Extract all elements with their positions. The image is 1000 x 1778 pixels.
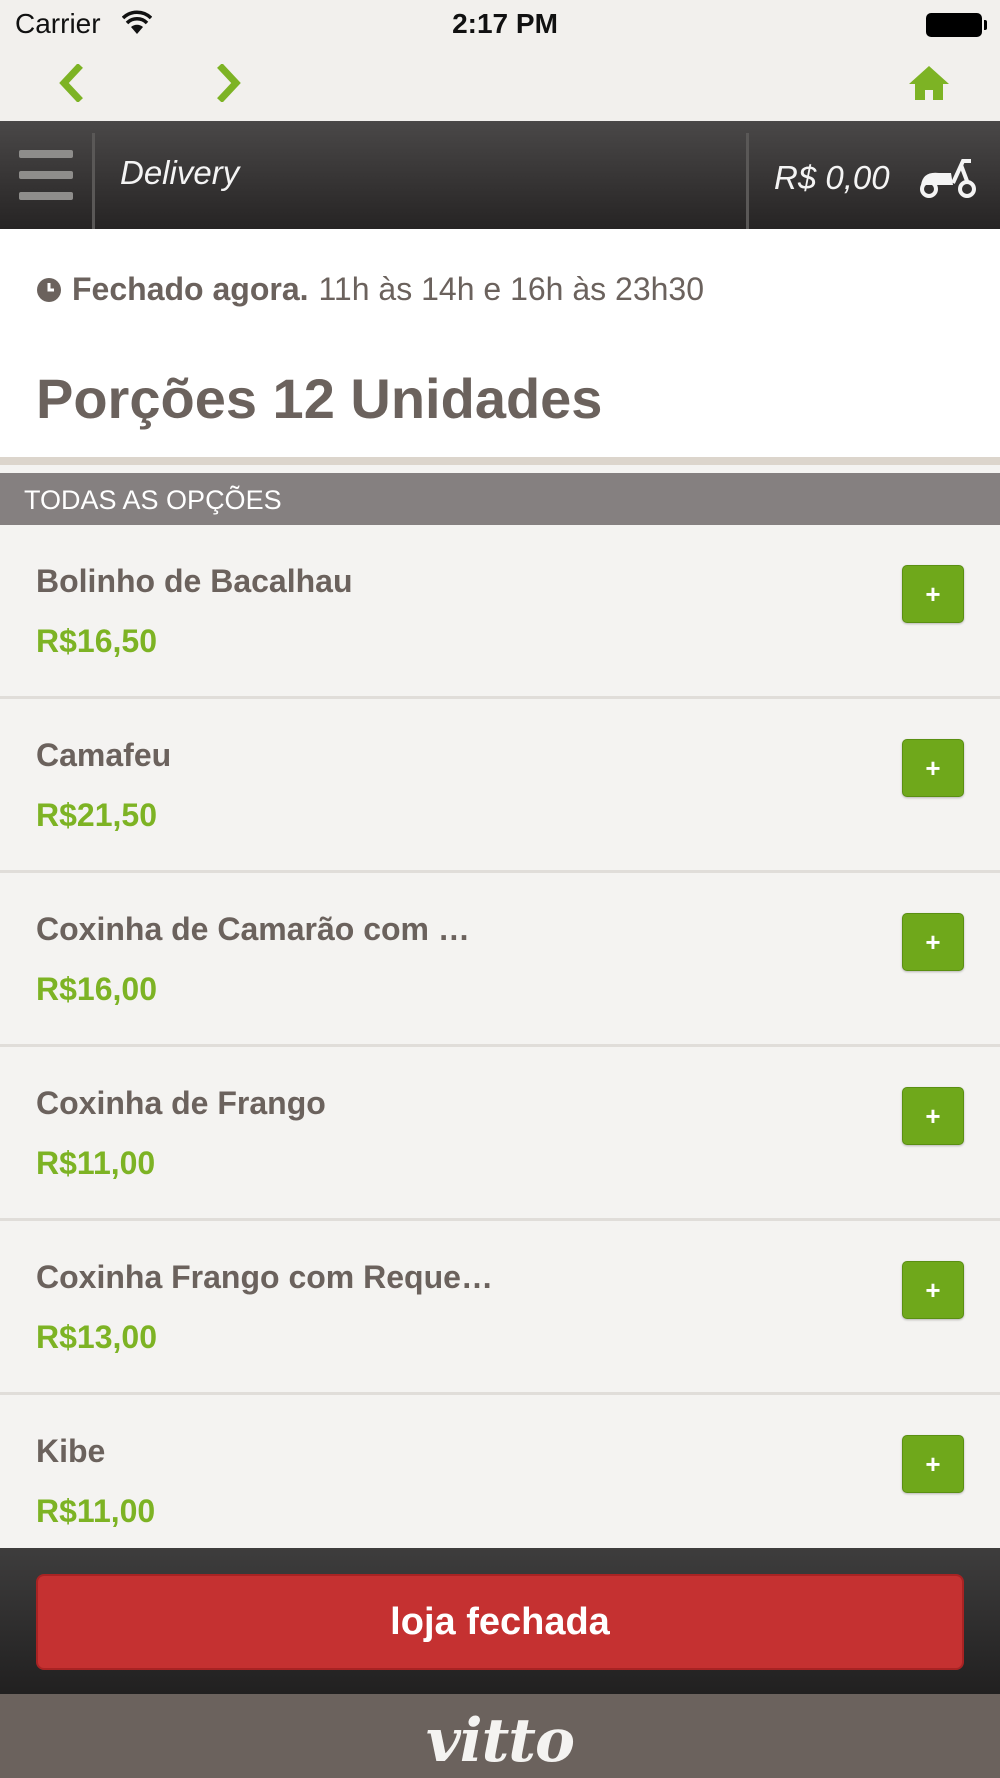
store-hours-text: 11h às 14h e 16h às 23h30: [318, 271, 705, 307]
status-bar: Carrier 2:17 PM: [0, 0, 1000, 50]
add-to-cart-button[interactable]: +: [902, 739, 964, 797]
item-name: Kibe: [36, 1433, 106, 1469]
item-price: R$11,00: [36, 1493, 156, 1529]
back-button[interactable]: [46, 60, 96, 106]
store-hours: Fechado agora. 11h às 14h e 16h às 23h30: [36, 271, 704, 308]
app-header: Delivery R$ 0,00: [0, 121, 1000, 229]
browser-nav-bar: [0, 50, 1000, 121]
item-price: R$16,50: [36, 623, 157, 659]
item-name: Coxinha Frango com Reque…: [36, 1259, 493, 1295]
list-item[interactable]: Bolinho de Bacalhau R$16,50 +: [0, 525, 1000, 699]
add-to-cart-button[interactable]: +: [902, 1087, 964, 1145]
list-item[interactable]: Kibe R$11,00 +: [0, 1395, 1000, 1569]
home-button[interactable]: [904, 60, 954, 106]
menu-button[interactable]: [0, 121, 92, 229]
item-name: Camafeu: [36, 737, 172, 773]
section-header: TODAS AS OPÇÕES: [0, 473, 1000, 525]
hamburger-icon: [19, 150, 73, 200]
header-divider: [746, 133, 749, 229]
brand-bar: vitto: [0, 1694, 1000, 1778]
item-price: R$13,00: [36, 1319, 157, 1355]
store-info: Fechado agora. 11h às 14h e 16h às 23h30…: [0, 229, 1000, 465]
add-to-cart-button[interactable]: +: [902, 1435, 964, 1493]
item-price: R$21,50: [36, 797, 157, 833]
header-divider: [92, 133, 95, 229]
header-title: Delivery: [120, 154, 240, 191]
add-to-cart-button[interactable]: +: [902, 913, 964, 971]
list-item[interactable]: Camafeu R$21,50 +: [0, 699, 1000, 873]
list-item[interactable]: Coxinha de Camarão com … R$16,00 +: [0, 873, 1000, 1047]
section-label: TODAS AS OPÇÕES: [24, 485, 282, 515]
item-price: R$16,00: [36, 971, 157, 1007]
add-to-cart-button[interactable]: +: [902, 565, 964, 623]
item-price: R$11,00: [36, 1145, 156, 1181]
list-item[interactable]: Coxinha Frango com Reque… R$13,00 +: [0, 1221, 1000, 1395]
item-name: Coxinha de Frango: [36, 1085, 326, 1121]
chevron-right-icon: [217, 64, 241, 102]
clock-icon: [37, 277, 61, 302]
item-name: Bolinho de Bacalhau: [36, 563, 353, 599]
store-status: Fechado agora.: [72, 271, 309, 307]
list-item[interactable]: Coxinha de Frango R$11,00 +: [0, 1047, 1000, 1221]
store-closed-button[interactable]: loja fechada: [36, 1574, 964, 1670]
item-name: Coxinha de Camarão com …: [36, 911, 470, 947]
battery-icon: [926, 13, 987, 37]
add-to-cart-button[interactable]: +: [902, 1261, 964, 1319]
vitto-logo: vitto: [425, 1706, 575, 1776]
home-icon: [909, 66, 949, 100]
cart-total[interactable]: R$ 0,00: [774, 159, 890, 197]
divider: [0, 457, 1000, 465]
footer-bar: loja fechada: [0, 1548, 1000, 1694]
scooter-icon[interactable]: [917, 151, 977, 199]
chevron-left-icon: [59, 64, 83, 102]
status-time: 2:17 PM: [452, 8, 558, 39]
forward-button[interactable]: [204, 60, 254, 106]
product-list: Bolinho de Bacalhau R$16,50 + Camafeu R$…: [0, 525, 1000, 1569]
page-title: Porções 12 Unidades: [36, 367, 603, 430]
